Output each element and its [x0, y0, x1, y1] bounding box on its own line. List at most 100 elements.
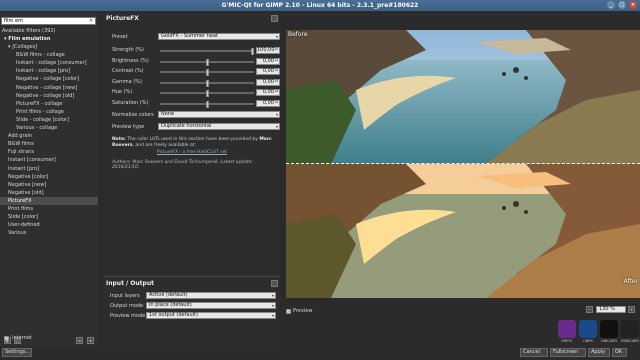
zoom-select[interactable]: 130 % — [596, 306, 626, 313]
close-icon[interactable]: × — [629, 1, 637, 9]
filter-tree-item[interactable]: Slide [color] — [0, 213, 98, 221]
after-preview-image — [286, 164, 640, 298]
filter-tree-item[interactable]: Negative [new] — [0, 181, 98, 189]
ok-button[interactable]: OK — [612, 348, 627, 357]
zoom-out-icon[interactable]: − — [586, 306, 593, 313]
fullscreen-button[interactable]: Fullscreen — [550, 348, 586, 357]
filter-tree-item[interactable]: B&W films - collage — [0, 51, 98, 59]
param-spinbox[interactable]: 0,00 ▴▾ — [256, 78, 280, 86]
param-slider[interactable] — [160, 90, 254, 97]
filter-tree-item[interactable]: Instant - collage [pro] — [0, 67, 98, 75]
filter-tree-item[interactable]: Negative [old] — [0, 189, 98, 197]
spin-arrows-icon[interactable]: ▴▾ — [275, 47, 278, 51]
io-reset-icon[interactable] — [271, 280, 278, 287]
filter-tree-item[interactable]: Add grain — [0, 132, 98, 140]
filter-tree-item[interactable]: Fuji xtrans — [0, 148, 98, 156]
spin-arrows-icon[interactable]: ▴▾ — [275, 100, 278, 104]
slider-handle[interactable] — [206, 100, 209, 108]
normalize-select[interactable]: None ▾ — [158, 111, 280, 118]
lut-link[interactable]: PictureFX - a free HaldCLUT set — [104, 150, 280, 155]
spin-arrows-icon[interactable]: ▴▾ — [275, 89, 278, 93]
logo-cnrs-icon — [579, 320, 597, 338]
param-value: 0,00 — [262, 99, 274, 106]
logo-label: ENSICAEN — [621, 339, 639, 343]
filter-tree-item[interactable]: PictureFX - collage — [0, 100, 98, 108]
spin-arrows-icon[interactable]: ▴▾ — [275, 58, 278, 62]
param-label: Hue (%) — [112, 89, 133, 95]
param-spinbox[interactable]: 0,00 ▴▾ — [256, 99, 280, 107]
internet-label: Internet — [12, 335, 32, 341]
param-slider[interactable] — [160, 69, 254, 76]
io-label: Preview mode — [110, 313, 146, 319]
maximize-icon[interactable]: □ — [618, 1, 626, 9]
filter-tree-item[interactable]: Print films - collage — [0, 108, 98, 116]
io-select[interactable]: 1st output (default) ▾ — [146, 312, 276, 319]
param-label: Brightness (%) — [112, 57, 149, 64]
filter-tree-item[interactable]: PictureFX — [0, 196, 98, 205]
param-label: Strength (%) — [112, 47, 144, 53]
filter-tree-item[interactable]: Negative - collage [old] — [0, 92, 98, 100]
param-slider[interactable] — [160, 79, 254, 87]
zoom-in-icon[interactable]: + — [628, 306, 635, 313]
filter-tree-item[interactable]: ▾ Film emulation — [0, 35, 98, 43]
reset-icon[interactable] — [271, 15, 278, 22]
preview-checkbox[interactable]: ✓ — [286, 309, 291, 314]
filter-tree-item[interactable]: Negative - collage [new] — [0, 84, 98, 92]
filter-tree-item[interactable]: Instant - collage [consumer] — [0, 59, 98, 67]
input-output-panel: Input / Output Input layers Active (defau… — [104, 276, 280, 347]
param-spinbox[interactable]: 100,00 ▴▾ — [256, 47, 280, 54]
param-label: Saturation (%) — [112, 99, 149, 106]
filter-tree-item[interactable]: Negative [color] — [0, 173, 98, 181]
apply-button[interactable]: Apply — [588, 348, 610, 357]
slider-handle[interactable] — [251, 48, 254, 55]
slider-handle[interactable] — [206, 79, 209, 87]
preview-area[interactable]: Before After — [286, 30, 640, 298]
filter-tree-item[interactable]: ▾ [Collages] — [0, 43, 98, 51]
filter-tree-item[interactable]: Instant [consumer] — [0, 156, 98, 164]
partner-logos: GREYC CNRS UNICAEN ENSICAEN — [556, 320, 640, 346]
split-line[interactable] — [286, 163, 640, 164]
logo-ensicaen-icon — [621, 320, 639, 338]
minimize-icon[interactable]: _ — [607, 1, 615, 9]
logo-greyc-icon — [558, 320, 576, 338]
filter-tree-item[interactable]: Various - collage — [0, 124, 98, 132]
slider-handle[interactable] — [206, 69, 209, 76]
param-value: 0,00 — [262, 68, 274, 74]
io-select[interactable]: Active (default) ▾ — [146, 292, 276, 299]
io-title: Input / Output — [106, 280, 154, 287]
spin-arrows-icon[interactable]: ▴▾ — [275, 68, 278, 72]
internet-checkbox[interactable]: ✓ — [4, 336, 9, 341]
title-bar: G'MIC-Qt for GIMP 2.10 - Linux 64 bits -… — [0, 0, 640, 11]
param-value: 0,00 — [262, 78, 274, 85]
param-slider[interactable] — [160, 48, 254, 55]
search-input[interactable]: film em ✕ — [1, 17, 96, 25]
param-slider[interactable] — [160, 100, 254, 108]
filter-tree-item[interactable]: Print films — [0, 205, 98, 213]
slider-handle[interactable] — [206, 90, 209, 97]
param-value: 0,00 — [262, 89, 274, 95]
settings-button[interactable]: Settings... — [2, 348, 32, 357]
cancel-button[interactable]: Cancel — [520, 348, 548, 357]
filter-tree-item[interactable]: Negative - collage [color] — [0, 75, 98, 83]
filter-tree-item[interactable]: Slide - collage [color] — [0, 116, 98, 124]
io-label: Input layers — [110, 293, 140, 299]
filter-tree-item[interactable]: User-defined — [0, 221, 98, 229]
io-select[interactable]: In place (default) ▾ — [146, 302, 276, 309]
filter-tree-item[interactable]: B&W films — [0, 140, 98, 148]
refresh-icon[interactable]: ≡ — [76, 337, 83, 344]
param-slider[interactable] — [160, 58, 254, 66]
expand-icon[interactable]: ▾ — [87, 337, 94, 344]
param-spinbox[interactable]: 0,00 ▴▾ — [256, 68, 280, 75]
filter-tree-item[interactable]: Instant [pro] — [0, 165, 98, 173]
clear-search-icon[interactable]: ✕ — [89, 18, 93, 24]
filter-tree-item[interactable]: Various — [0, 229, 98, 237]
param-spinbox[interactable]: 0,00 ▴▾ — [256, 89, 280, 96]
preview-type-label: Preview type — [112, 124, 145, 130]
slider-handle[interactable] — [206, 58, 209, 66]
after-label: After — [623, 278, 638, 285]
param-spinbox[interactable]: 0,00 ▴▾ — [256, 57, 280, 65]
preview-type-select[interactable]: Duplicate horizontal ▾ — [158, 123, 280, 130]
spin-arrows-icon[interactable]: ▴▾ — [275, 79, 278, 83]
preset-select[interactable]: GoldFX - Summer heat ▾ — [158, 33, 280, 40]
logo-unicaen-icon — [600, 320, 618, 338]
